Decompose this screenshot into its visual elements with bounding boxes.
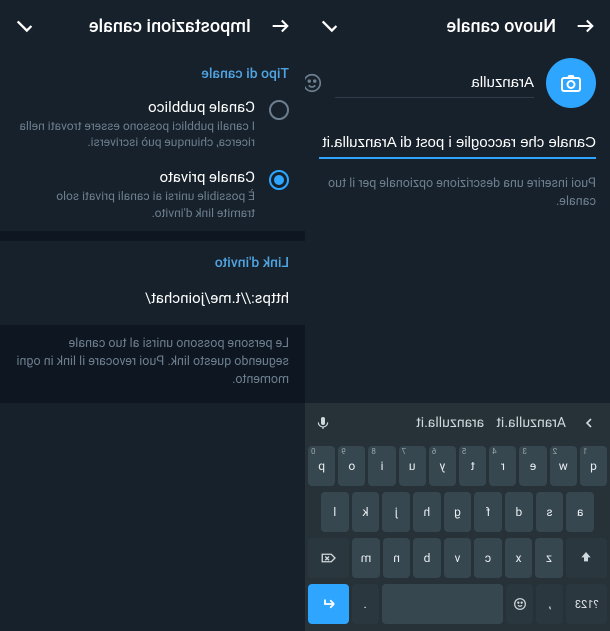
- header: Impostazioni canale: [0, 0, 305, 52]
- key-h[interactable]: h: [413, 492, 441, 532]
- radio-icon: [269, 100, 289, 120]
- confirm-icon[interactable]: [14, 15, 36, 37]
- key-k[interactable]: k: [352, 492, 380, 532]
- key-p[interactable]: p0: [308, 446, 335, 486]
- page-title: Impostazioni canale: [54, 16, 251, 37]
- key-v[interactable]: v: [444, 538, 472, 578]
- key-u[interactable]: u7: [399, 446, 426, 486]
- radio-private-channel[interactable]: Canale privato È possibile unirsi ai can…: [0, 160, 305, 230]
- key-i[interactable]: i8: [368, 446, 395, 486]
- key-a[interactable]: a: [566, 492, 594, 532]
- radio-label: Canale pubblico: [16, 98, 255, 116]
- key-c[interactable]: c: [474, 538, 502, 578]
- radio-public-channel[interactable]: Canale pubblico I canali pubblici posson…: [0, 90, 305, 160]
- kb-row-3: zxcvbnm: [305, 535, 610, 581]
- channel-name-row: [305, 52, 610, 112]
- suggestion-bar: Aranzulla.it aranzulla.it: [305, 403, 610, 443]
- channel-name-input[interactable]: [335, 68, 534, 98]
- mic-icon[interactable]: [315, 415, 331, 431]
- header: Nuovo canale: [305, 0, 610, 52]
- key-z[interactable]: z: [535, 538, 563, 578]
- key-shift[interactable]: [566, 538, 607, 578]
- description-help: Puoi inserire una descrizione opzionale …: [305, 167, 610, 211]
- key-e[interactable]: e3: [519, 446, 546, 486]
- key-emoji[interactable]: [506, 584, 533, 624]
- key-q[interactable]: q1: [580, 446, 607, 486]
- camera-button[interactable]: [546, 58, 596, 108]
- separator: [0, 231, 305, 241]
- onscreen-keyboard: Aranzulla.it aranzulla.it q1w2e3r4t5y6u7…: [305, 403, 610, 631]
- radio-description: I canali pubblici possono essere trovati…: [16, 118, 255, 150]
- radio-label: Canale privato: [16, 168, 255, 186]
- kb-row-1: q1w2e3r4t5y6u7i8o9p0: [305, 443, 610, 489]
- back-icon[interactable]: [574, 15, 596, 37]
- key-x[interactable]: x: [505, 538, 533, 578]
- radio-description: È possibile unirsi ai canali privati sol…: [16, 188, 255, 220]
- key-d[interactable]: d: [505, 492, 533, 532]
- key-t[interactable]: t5: [459, 446, 486, 486]
- description-input[interactable]: [319, 130, 596, 159]
- description-row: [305, 112, 610, 167]
- back-icon[interactable]: [269, 15, 291, 37]
- key-y[interactable]: y6: [429, 446, 456, 486]
- channel-settings-pane: Impostazioni canale Tipo di canale Canal…: [0, 0, 305, 631]
- suggestion-1[interactable]: Aranzulla.it: [496, 415, 566, 431]
- page-title: Nuovo canale: [359, 16, 556, 37]
- key-f[interactable]: f: [474, 492, 502, 532]
- suggestion-2[interactable]: aranzulla.it: [416, 415, 484, 431]
- key-w[interactable]: w2: [550, 446, 577, 486]
- key-j[interactable]: j: [382, 492, 410, 532]
- key-b[interactable]: b: [413, 538, 441, 578]
- section-channel-type: Tipo di canale: [0, 52, 305, 90]
- kb-row-2: asdfghjkl: [305, 489, 610, 535]
- key-l[interactable]: l: [321, 492, 349, 532]
- key-r[interactable]: r4: [489, 446, 516, 486]
- invite-link-help: Le persone possono unirsi al tuo canale …: [0, 325, 305, 403]
- key-space[interactable]: [382, 584, 504, 624]
- key-enter[interactable]: [308, 584, 349, 624]
- radio-icon: [269, 170, 289, 190]
- invite-link[interactable]: https://t.me/joinchat/: [0, 279, 305, 325]
- key-s[interactable]: s: [536, 492, 564, 532]
- key-n[interactable]: n: [383, 538, 411, 578]
- key-o[interactable]: o9: [338, 446, 365, 486]
- chevron-right-icon[interactable]: [578, 412, 600, 434]
- key-dot[interactable]: .: [352, 584, 379, 624]
- key-symbols[interactable]: ?123: [566, 584, 607, 624]
- key-g[interactable]: g: [444, 492, 472, 532]
- key-comma[interactable]: ,: [536, 584, 563, 624]
- key-backspace[interactable]: [308, 538, 349, 578]
- key-m[interactable]: m: [352, 538, 380, 578]
- confirm-icon[interactable]: [319, 15, 341, 37]
- new-channel-pane: Nuovo canale Puoi inserire una descrizio…: [305, 0, 610, 631]
- kb-row-4: ?123 , .: [305, 581, 610, 627]
- section-invite-link: Link d'invito: [0, 241, 305, 279]
